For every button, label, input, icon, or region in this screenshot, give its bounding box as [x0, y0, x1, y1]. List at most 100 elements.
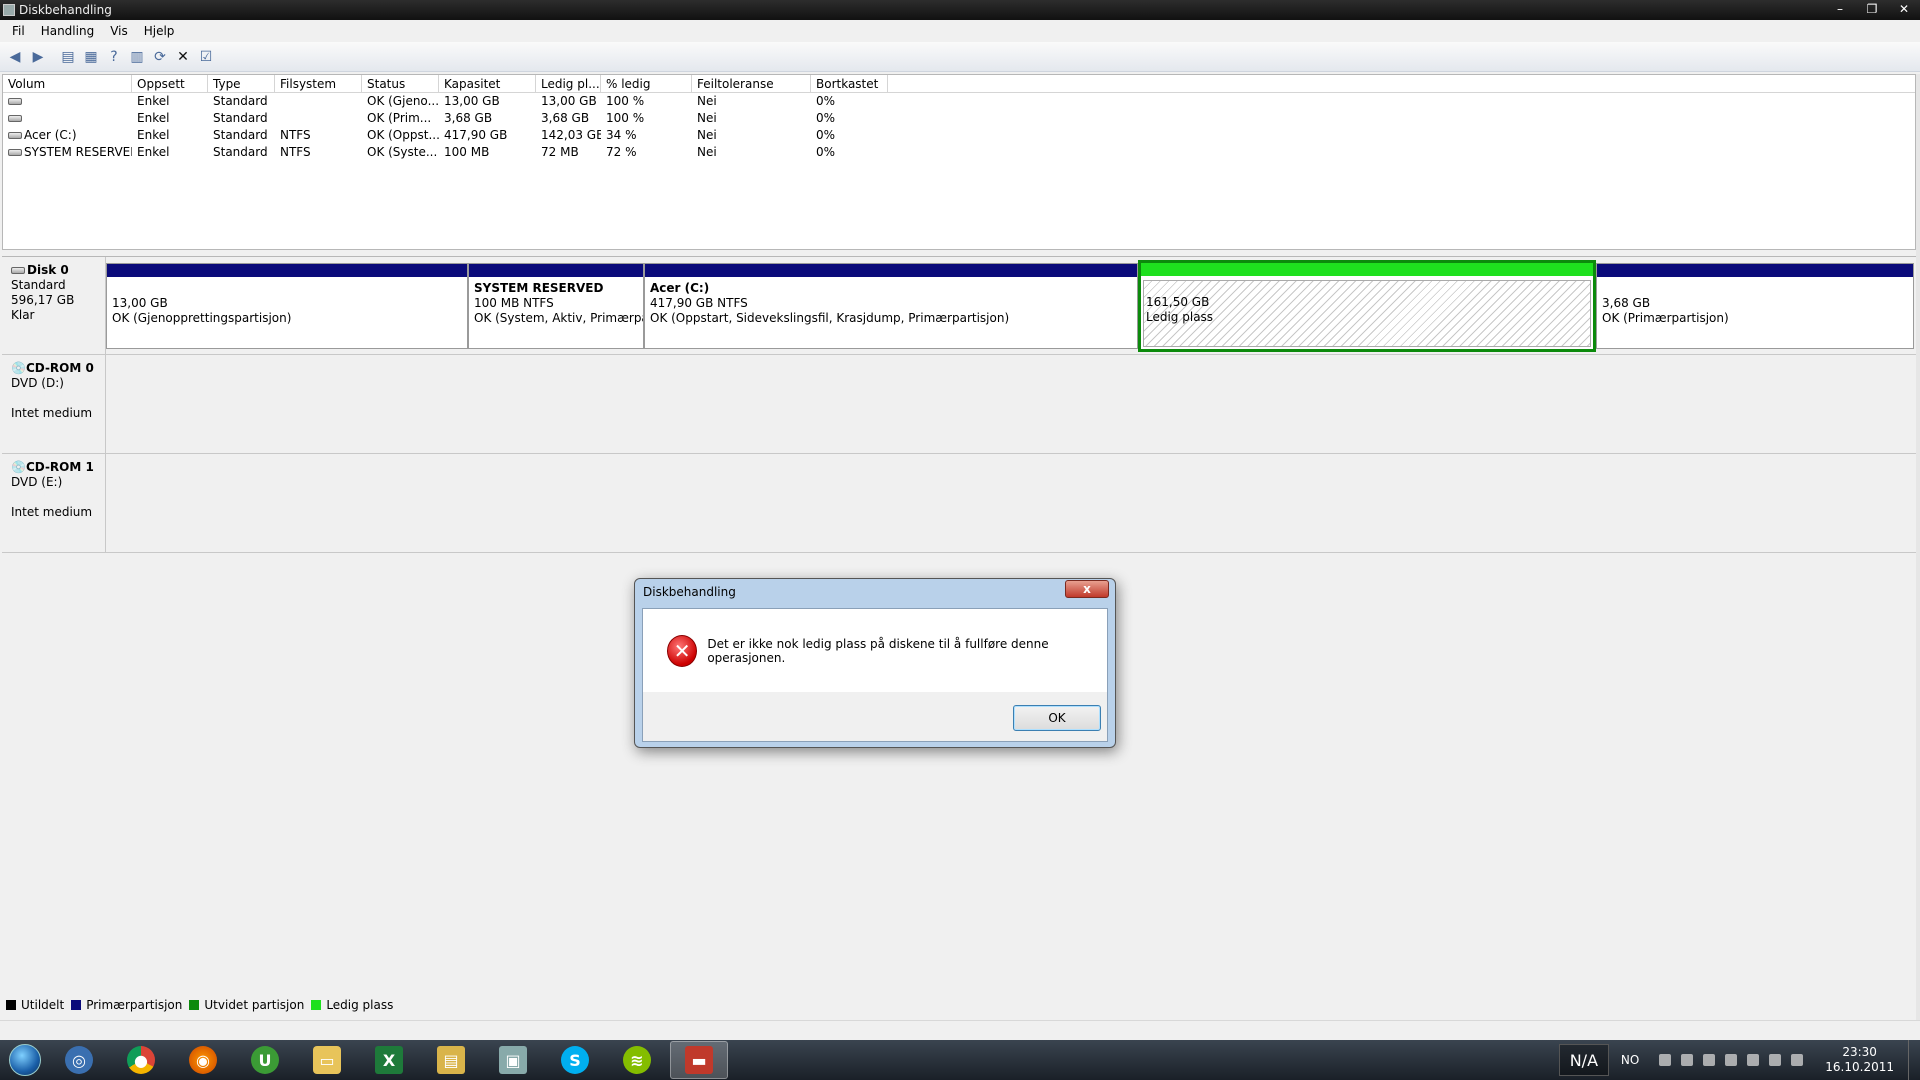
- taskbar-skype[interactable]: S: [546, 1041, 604, 1079]
- cdrom-icon: 💿: [11, 460, 26, 474]
- back-arrow-icon[interactable]: ◀: [4, 46, 26, 68]
- drive-icon: [8, 149, 22, 156]
- excel-icon: X: [375, 1046, 403, 1074]
- taskbar-explorer[interactable]: ▤: [422, 1041, 480, 1079]
- list-view-icon[interactable]: ▥: [126, 46, 148, 68]
- taskbar-ie[interactable]: ◎: [50, 1041, 108, 1079]
- cdrom-icon: 💿: [11, 361, 26, 375]
- start-button[interactable]: [0, 1040, 50, 1080]
- partition-primary-3-68[interactable]: 3,68 GB OK (Primærpartisjon): [1596, 263, 1914, 349]
- maximize-button[interactable]: ❐: [1856, 0, 1888, 18]
- disk-0-label[interactable]: Disk 0 Standard 596,17 GB Klar: [2, 257, 106, 354]
- partition-free-space[interactable]: 161,50 GB Ledig plass: [1138, 260, 1596, 352]
- disk-icon: [11, 267, 25, 274]
- taskbar-spotify[interactable]: ≋: [608, 1041, 666, 1079]
- power-icon[interactable]: [1725, 1054, 1738, 1066]
- dialog-message-area: ✕ Det er ikke nok ledig plass på diskene…: [643, 609, 1107, 692]
- window-controls: – ❐ ✕: [1824, 0, 1920, 18]
- disk-0-row: Disk 0 Standard 596,17 GB Klar 13,00 GB …: [2, 257, 1916, 355]
- refresh-icon[interactable]: ⟳: [149, 46, 171, 68]
- console-tree-icon[interactable]: ▤: [57, 46, 79, 68]
- table-row[interactable]: Enkel Standard OK (Prim... 3,68 GB 3,68 …: [3, 110, 1915, 127]
- menu-hjelp[interactable]: Hjelp: [136, 24, 183, 38]
- col-header-type[interactable]: Type: [208, 75, 275, 92]
- error-dialog: Diskbehandling x ✕ Det er ikke nok ledig…: [634, 578, 1116, 748]
- partition-system-reserved[interactable]: SYSTEM RESERVED 100 MB NTFS OK (System, …: [468, 263, 644, 349]
- menu-bar: Fil Handling Vis Hjelp: [0, 20, 1920, 42]
- col-header-oppsett[interactable]: Oppsett: [132, 75, 208, 92]
- dialog-close-button[interactable]: x: [1065, 580, 1109, 598]
- windows-orb-icon: [9, 1044, 41, 1076]
- volume-list: Volum Oppsett Type Filsystem Status Kapa…: [2, 74, 1916, 250]
- menu-handling[interactable]: Handling: [33, 24, 103, 38]
- taskbar-firefox[interactable]: ◉: [174, 1041, 232, 1079]
- folder-icon: ▭: [313, 1046, 341, 1074]
- ok-button[interactable]: OK: [1013, 705, 1101, 731]
- partition-acer-c[interactable]: Acer (C:) 417,90 GB NTFS OK (Oppstart, S…: [644, 263, 1138, 349]
- col-header-bortkastet[interactable]: Bortkastet: [811, 75, 888, 92]
- cdrom-0-label[interactable]: 💿CD-ROM 0 DVD (D:) Intet medium: [2, 355, 106, 453]
- cdrom-1-label[interactable]: 💿CD-ROM 1 DVD (E:) Intet medium: [2, 454, 106, 552]
- table-row[interactable]: SYSTEM RESERVED Enkel Standard NTFS OK (…: [3, 144, 1915, 161]
- minimize-button[interactable]: –: [1824, 0, 1856, 18]
- clock[interactable]: 23:30 16.10.2011: [1825, 1045, 1894, 1075]
- toolbar: ◀ ▶ ▤ ▦ ? ▥ ⟳ ✕ ☑: [0, 42, 1920, 72]
- toolbox-icon: ▬: [685, 1046, 713, 1074]
- forward-arrow-icon[interactable]: ▶: [27, 46, 49, 68]
- legend-item: Utildelt: [6, 998, 64, 1012]
- cdrom-0-row: 💿CD-ROM 0 DVD (D:) Intet medium: [2, 355, 1916, 454]
- table-row[interactable]: Acer (C:) Enkel Standard NTFS OK (Oppst.…: [3, 127, 1915, 144]
- menu-vis[interactable]: Vis: [102, 24, 136, 38]
- close-button[interactable]: ✕: [1888, 0, 1920, 18]
- toolbar-separator: [50, 46, 56, 68]
- utorrent-tray-icon[interactable]: [1791, 1054, 1804, 1066]
- taskbar-chrome[interactable]: ●: [112, 1041, 170, 1079]
- col-header-kapasitet[interactable]: Kapasitet: [439, 75, 536, 92]
- network-icon[interactable]: [1703, 1054, 1716, 1066]
- legend-item: Ledig plass: [311, 998, 393, 1012]
- help-icon[interactable]: ?: [103, 46, 125, 68]
- dialog-message: Det er ikke nok ledig plass på diskene t…: [707, 636, 1049, 665]
- col-header-status[interactable]: Status: [362, 75, 439, 92]
- table-row[interactable]: Enkel Standard OK (Gjeno... 13,00 GB 13,…: [3, 93, 1915, 110]
- taskbar-utorrent[interactable]: U: [236, 1041, 294, 1079]
- check-icon[interactable]: ☑: [195, 46, 217, 68]
- partition-bar: [107, 264, 467, 277]
- taskbar-folder[interactable]: ▭: [298, 1041, 356, 1079]
- globe-icon: ◎: [65, 1046, 93, 1074]
- scrollbar[interactable]: [1916, 74, 1920, 1020]
- taskbar-disk-management[interactable]: ▬: [670, 1041, 728, 1079]
- drive-icon: [8, 132, 22, 139]
- col-header-filsystem[interactable]: Filsystem: [275, 75, 362, 92]
- col-header-ledig-plass[interactable]: Ledig pl...: [536, 75, 601, 92]
- col-header-prosent-ledig[interactable]: % ledig: [601, 75, 692, 92]
- legend-swatch: [71, 1000, 82, 1010]
- menu-fil[interactable]: Fil: [4, 24, 33, 38]
- legend-item: Primærpartisjon: [71, 998, 182, 1012]
- cdrom-1-row: 💿CD-ROM 1 DVD (E:) Intet medium: [2, 454, 1916, 553]
- taskbar-excel[interactable]: X: [360, 1041, 418, 1079]
- col-header-feiltoleranse[interactable]: Feiltoleranse: [692, 75, 811, 92]
- legend: Utildelt Primærpartisjon Utvidet partisj…: [6, 996, 400, 1014]
- language-indicator[interactable]: NO: [1621, 1053, 1639, 1067]
- delete-icon[interactable]: ✕: [172, 46, 194, 68]
- drive-icon: [8, 115, 22, 122]
- show-hidden-icons-icon[interactable]: [1659, 1054, 1672, 1066]
- dialog-title: Diskbehandling: [643, 585, 736, 599]
- partition-recovery[interactable]: 13,00 GB OK (Gjenopprettingspartisjon): [106, 263, 468, 349]
- signal-icon[interactable]: [1747, 1054, 1760, 1066]
- explorer-folder-icon: ▤: [437, 1046, 465, 1074]
- app-icon: [3, 4, 15, 16]
- col-header-volum[interactable]: Volum: [3, 75, 132, 92]
- utorrent-icon: U: [251, 1046, 279, 1074]
- volume-icon[interactable]: [1769, 1054, 1782, 1066]
- spotify-icon: ≋: [623, 1046, 651, 1074]
- action-center-icon[interactable]: [1681, 1054, 1694, 1066]
- taskbar: ◎ ● ◉ U ▭ X ▤ ▣ S ≋ ▬ N/A NO 23:30 16.10…: [0, 1040, 1920, 1080]
- taskbar-window[interactable]: ▣: [484, 1041, 542, 1079]
- na-indicator[interactable]: N/A: [1558, 1044, 1609, 1076]
- partition-bar: [645, 264, 1137, 277]
- properties-icon[interactable]: ▦: [80, 46, 102, 68]
- legend-swatch: [311, 1000, 322, 1010]
- show-desktop-button[interactable]: [1908, 1040, 1920, 1080]
